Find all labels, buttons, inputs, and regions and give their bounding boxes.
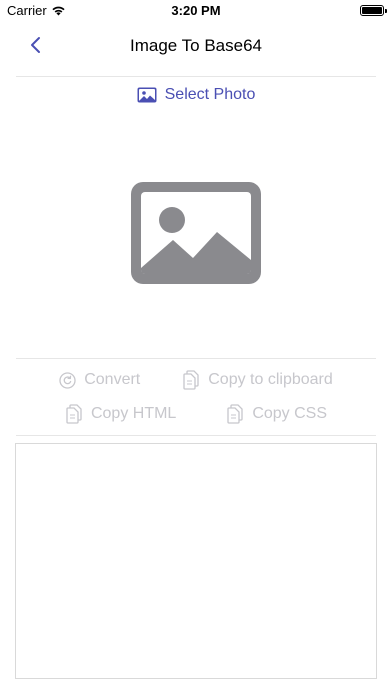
convert-icon: [59, 371, 76, 389]
photo-icon: [137, 87, 157, 103]
copy-icon: [66, 404, 82, 424]
battery-icon: [360, 5, 387, 16]
actions-row-secondary: Copy HTML Copy CSS: [0, 402, 392, 426]
navigation-bar: Image To Base64: [0, 22, 392, 76]
page-title: Image To Base64: [130, 36, 262, 55]
status-bar: Carrier 3:20 PM: [0, 0, 392, 22]
copy-html-label: Copy HTML: [90, 405, 177, 422]
copy-to-clipboard-label: Copy to clipboard: [208, 371, 333, 388]
copy-icon: [183, 370, 199, 390]
copy-to-clipboard-button[interactable]: Copy to clipboard: [182, 370, 333, 390]
status-time: 3:20 PM: [171, 3, 221, 18]
copy-css-label: Copy CSS: [252, 405, 328, 422]
convert-label: Convert: [84, 371, 141, 388]
base64-output-textarea[interactable]: [15, 443, 377, 679]
actions-row-primary: Convert Copy to clipboard: [0, 368, 392, 392]
divider: [16, 435, 376, 436]
select-photo-button[interactable]: Select Photo: [0, 84, 392, 106]
copy-icon: [227, 404, 243, 424]
convert-button[interactable]: Convert: [59, 371, 140, 389]
copy-html-button[interactable]: Copy HTML: [65, 404, 176, 424]
divider: [16, 76, 376, 77]
divider: [16, 358, 376, 359]
select-photo-label: Select Photo: [164, 86, 256, 103]
image-placeholder-icon: [131, 182, 261, 284]
copy-css-button[interactable]: Copy CSS: [226, 404, 327, 424]
